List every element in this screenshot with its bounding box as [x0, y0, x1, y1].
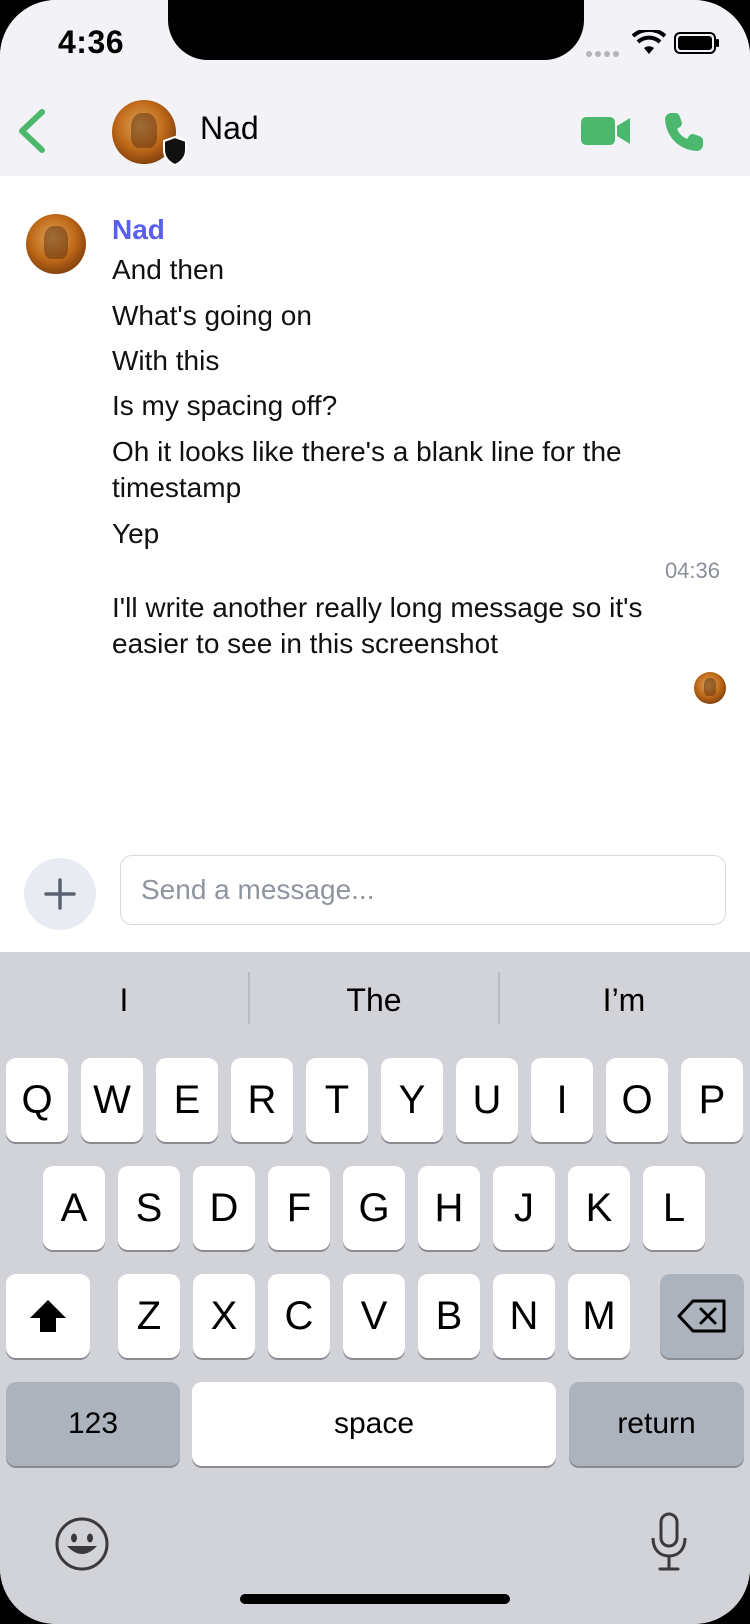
- return-key[interactable]: return: [569, 1382, 744, 1466]
- key-z[interactable]: Z: [118, 1274, 180, 1358]
- microphone-icon[interactable]: [648, 1512, 690, 1572]
- notch: [168, 0, 584, 60]
- sender-avatar[interactable]: [26, 214, 86, 274]
- key-m[interactable]: M: [568, 1274, 630, 1358]
- keyboard: I The I’m Q W E R T Y U I O P A S D F G …: [0, 952, 750, 1624]
- message-line[interactable]: Oh it looks like there's a blank line fo…: [112, 434, 702, 506]
- space-key[interactable]: space: [192, 1382, 556, 1466]
- key-v[interactable]: V: [343, 1274, 405, 1358]
- key-f[interactable]: F: [268, 1166, 330, 1250]
- key-c[interactable]: C: [268, 1274, 330, 1358]
- shield-icon: [163, 136, 187, 166]
- message-sender-name[interactable]: Nad: [112, 214, 165, 246]
- back-chevron-icon[interactable]: [14, 108, 50, 154]
- message-line[interactable]: I'll write another really long message s…: [112, 590, 712, 662]
- key-l[interactable]: L: [643, 1166, 705, 1250]
- suggestion-item[interactable]: I: [0, 982, 248, 1019]
- key-b[interactable]: B: [418, 1274, 480, 1358]
- key-q[interactable]: Q: [6, 1058, 68, 1142]
- key-u[interactable]: U: [456, 1058, 518, 1142]
- key-i[interactable]: I: [531, 1058, 593, 1142]
- wifi-icon: [632, 30, 666, 54]
- read-receipt-avatar: [694, 672, 726, 704]
- contact-name[interactable]: Nad: [200, 110, 259, 147]
- video-call-icon[interactable]: [580, 114, 632, 148]
- emoji-icon[interactable]: [54, 1516, 110, 1572]
- key-e[interactable]: E: [156, 1058, 218, 1142]
- key-j[interactable]: J: [493, 1166, 555, 1250]
- key-p[interactable]: P: [681, 1058, 743, 1142]
- home-indicator[interactable]: [240, 1594, 510, 1604]
- cellular-signal-icon: [586, 44, 622, 62]
- shift-arrow-icon: [30, 1300, 66, 1332]
- status-time: 4:36: [58, 24, 125, 60]
- add-attachment-button[interactable]: [24, 858, 96, 930]
- key-h[interactable]: H: [418, 1166, 480, 1250]
- key-o[interactable]: O: [606, 1058, 668, 1142]
- backspace-icon: [677, 1299, 726, 1333]
- key-t[interactable]: T: [306, 1058, 368, 1142]
- battery-icon: [674, 32, 719, 54]
- message-input-wrapper[interactable]: [120, 855, 726, 925]
- key-s[interactable]: S: [118, 1166, 180, 1250]
- key-r[interactable]: R: [231, 1058, 293, 1142]
- suggestion-item[interactable]: The: [250, 982, 498, 1019]
- phone-screen: 4:36 Nad Nad And then What's going on Wi…: [0, 0, 750, 1624]
- key-w[interactable]: W: [81, 1058, 143, 1142]
- phone-icon[interactable]: [662, 110, 706, 154]
- plus-icon: [44, 878, 76, 910]
- key-g[interactable]: G: [343, 1166, 405, 1250]
- key-x[interactable]: X: [193, 1274, 255, 1358]
- key-a[interactable]: A: [43, 1166, 105, 1250]
- message-line[interactable]: What's going on: [112, 298, 712, 334]
- message-line[interactable]: With this: [112, 343, 712, 379]
- key-y[interactable]: Y: [381, 1058, 443, 1142]
- message-input[interactable]: [139, 856, 703, 924]
- suggestion-item[interactable]: I’m: [500, 982, 748, 1019]
- backspace-key[interactable]: [660, 1274, 744, 1358]
- key-k[interactable]: K: [568, 1166, 630, 1250]
- status-and-header-bar: 4:36 Nad: [0, 0, 750, 176]
- numbers-key[interactable]: 123: [6, 1382, 180, 1466]
- key-n[interactable]: N: [493, 1274, 555, 1358]
- message-line[interactable]: And then: [112, 252, 712, 288]
- key-d[interactable]: D: [193, 1166, 255, 1250]
- message-line[interactable]: Is my spacing off?: [112, 388, 712, 424]
- message-timestamp: 04:36: [664, 558, 720, 583]
- shift-key[interactable]: [6, 1274, 90, 1358]
- message-line[interactable]: Yep: [112, 516, 712, 552]
